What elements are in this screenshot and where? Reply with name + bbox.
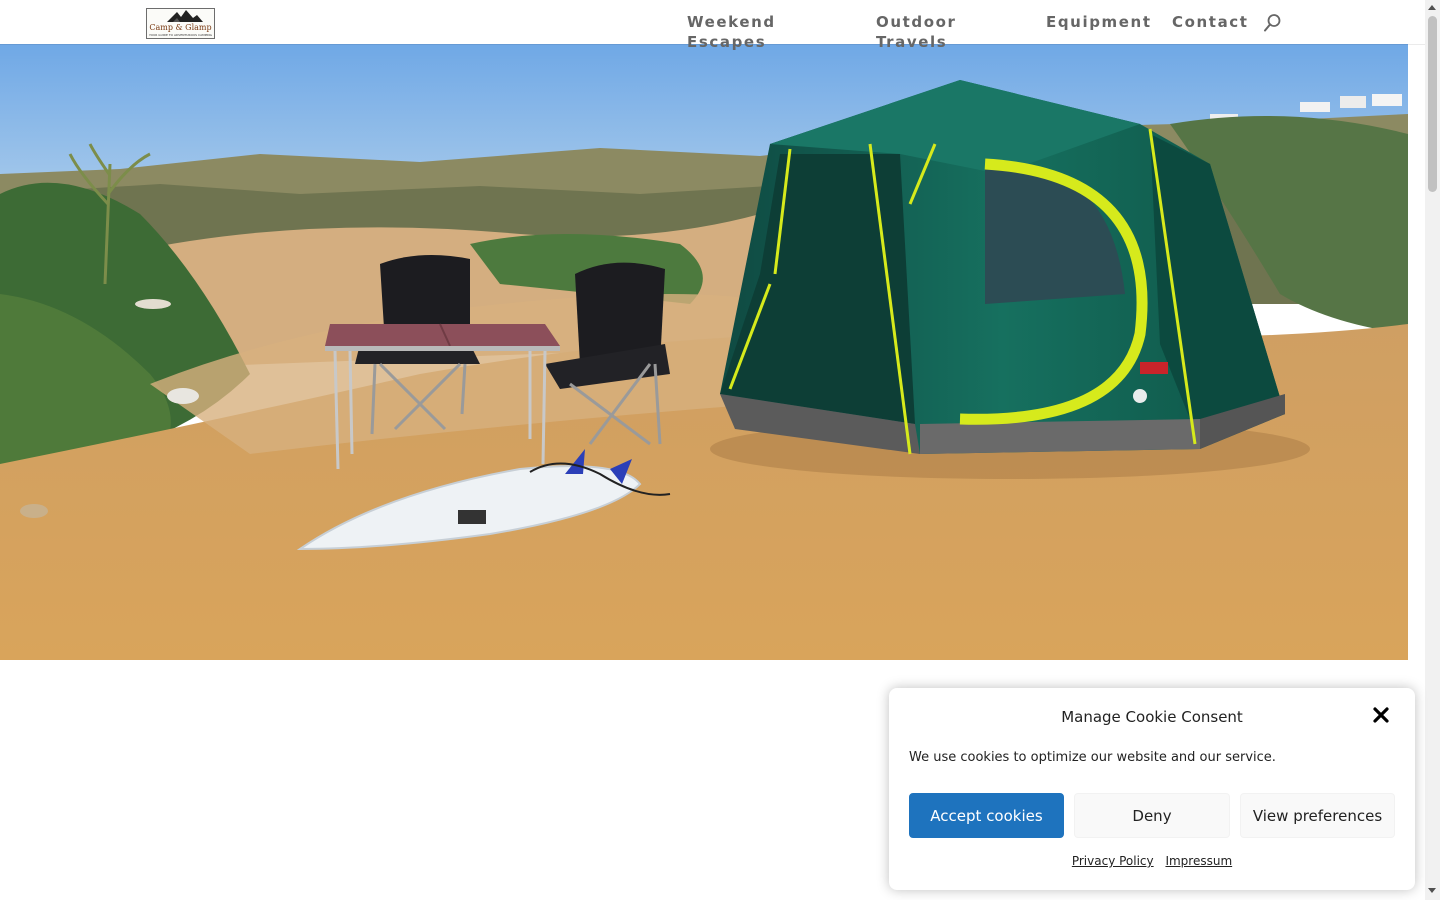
hero-image <box>0 44 1408 660</box>
deny-button[interactable]: Deny <box>1074 793 1230 838</box>
accept-cookies-button[interactable]: Accept cookies <box>909 793 1064 838</box>
nav-outdoor-travels[interactable]: Outdoor Travels <box>876 12 957 52</box>
close-icon <box>1373 707 1389 723</box>
page: Camp & Glamp YOUR GUIDE TO ADVENTUROUS C… <box>0 0 1440 900</box>
cookie-message: We use cookies to optimize our website a… <box>909 750 1276 765</box>
nav-contact[interactable]: Contact <box>1172 12 1249 32</box>
search-icon <box>1264 14 1281 32</box>
scroll-down-icon[interactable] <box>1428 888 1436 893</box>
search-button[interactable] <box>1263 13 1283 33</box>
cookie-consent-dialog: Manage Cookie Consent We use cookies to … <box>889 688 1415 890</box>
close-button[interactable] <box>1370 704 1392 726</box>
scroll-thumb[interactable] <box>1428 16 1437 192</box>
page-scrollbar[interactable] <box>1425 0 1440 900</box>
camping-scene-illustration <box>0 44 1408 660</box>
mountain-logo-icon <box>167 10 203 22</box>
impressum-link[interactable]: Impressum <box>1165 854 1232 868</box>
privacy-policy-link[interactable]: Privacy Policy <box>1072 854 1154 868</box>
scroll-up-icon[interactable] <box>1428 5 1436 10</box>
logo-subtitle: YOUR GUIDE TO ADVENTUROUS CAMPING & GLAM… <box>149 33 212 37</box>
cookie-dialog-title: Manage Cookie Consent <box>1061 708 1243 726</box>
logo-title: Camp & Glamp <box>149 23 212 32</box>
cookie-links: Privacy Policy Impressum <box>889 853 1415 869</box>
site-header: Camp & Glamp YOUR GUIDE TO ADVENTUROUS C… <box>0 0 1425 51</box>
nav-equipment[interactable]: Equipment <box>1046 12 1152 32</box>
view-preferences-button[interactable]: View preferences <box>1240 793 1395 838</box>
nav-weekend-escapes[interactable]: Weekend Escapes <box>687 12 776 52</box>
site-logo[interactable]: Camp & Glamp YOUR GUIDE TO ADVENTUROUS C… <box>146 8 215 39</box>
